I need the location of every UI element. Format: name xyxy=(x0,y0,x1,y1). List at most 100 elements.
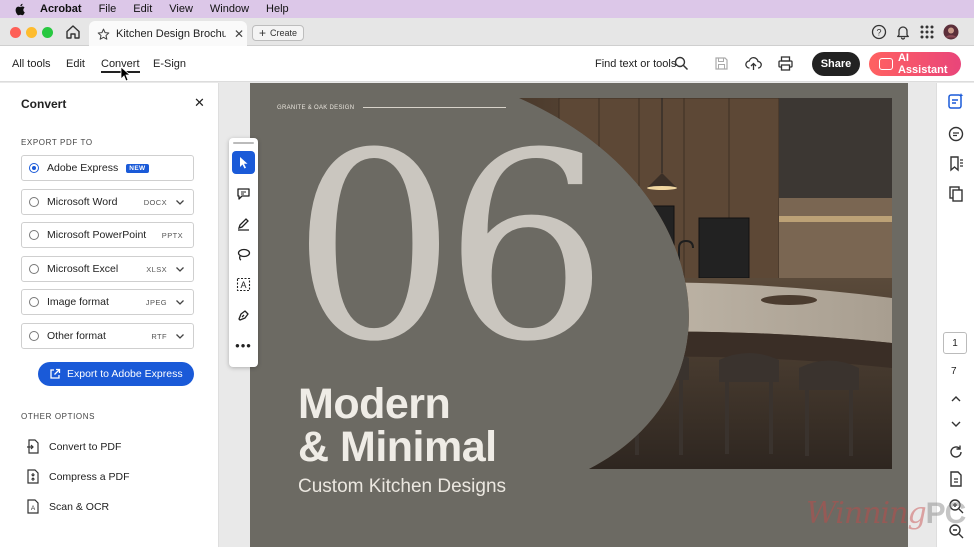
chevron-down-icon[interactable] xyxy=(175,331,185,341)
page-fit-icon[interactable] xyxy=(947,470,965,488)
lasso-tool[interactable] xyxy=(232,243,255,266)
panel-title: Convert xyxy=(21,97,67,111)
headline-line-2: & Minimal xyxy=(298,423,497,471)
chevron-up-icon[interactable] xyxy=(947,390,965,408)
save-icon[interactable] xyxy=(714,56,729,71)
format-ext: PPTX xyxy=(161,230,183,240)
minimize-window-button[interactable] xyxy=(26,27,37,38)
convert-pdf-icon xyxy=(27,439,39,454)
svg-text:A: A xyxy=(31,505,36,512)
comments-icon[interactable] xyxy=(947,125,965,143)
convert-panel: Convert ✕ EXPORT PDF TO Adobe Express NE… xyxy=(0,83,219,547)
close-panel-icon[interactable]: ✕ xyxy=(194,95,205,111)
format-ext: XLSX xyxy=(146,264,167,274)
watermark: WinningPC xyxy=(806,496,966,531)
headline-line-1: Modern xyxy=(298,380,451,428)
menu-view[interactable]: View xyxy=(169,3,193,15)
export-heading: EXPORT PDF TO xyxy=(21,138,93,147)
macos-menu-bar: Acrobat File Edit View Window Help xyxy=(0,0,974,18)
ai-summary-icon[interactable] xyxy=(947,92,965,110)
option-label: Microsoft Excel xyxy=(47,263,119,275)
tab-edit[interactable]: Edit xyxy=(66,58,85,70)
create-label: Create xyxy=(270,28,298,38)
svg-text:A: A xyxy=(240,280,246,290)
svg-text:?: ? xyxy=(876,28,881,38)
search-icon[interactable] xyxy=(674,56,689,71)
more-tools[interactable]: ••• xyxy=(232,334,255,357)
scan-ocr-icon: A xyxy=(27,499,39,514)
find-tools-label[interactable]: Find text or tools xyxy=(595,58,676,70)
draw-tool[interactable] xyxy=(232,212,255,235)
option-adobe-express[interactable]: Adobe Express NEW xyxy=(21,155,194,181)
apple-logo-icon[interactable] xyxy=(14,3,26,16)
compress-pdf-item[interactable]: Compress a PDF xyxy=(26,469,130,484)
pdf-page[interactable]: GRANITE & OAK DESIGN 06 Modern & Minimal… xyxy=(250,83,908,547)
option-label: Microsoft PowerPoint xyxy=(47,229,147,241)
radio-selected[interactable] xyxy=(29,163,39,173)
radio[interactable] xyxy=(29,331,39,341)
home-icon[interactable] xyxy=(64,23,82,41)
option-other-format[interactable]: Other format RTF xyxy=(21,323,194,349)
sign-tool[interactable] xyxy=(232,304,255,327)
menu-app-name[interactable]: Acrobat xyxy=(40,3,82,15)
document-tab[interactable]: Kitchen Design Brochu... ✕ xyxy=(89,21,247,47)
chevron-down-icon[interactable] xyxy=(175,297,185,307)
radio[interactable] xyxy=(29,230,39,240)
menu-window[interactable]: Window xyxy=(210,3,249,15)
cloud-upload-icon[interactable] xyxy=(745,55,762,72)
tab-all-tools[interactable]: All tools xyxy=(12,58,51,70)
option-image-format[interactable]: Image format JPEG xyxy=(21,289,194,315)
drag-handle[interactable] xyxy=(233,142,254,144)
plus-icon: + xyxy=(259,26,267,40)
option-microsoft-word[interactable]: Microsoft Word DOCX xyxy=(21,189,194,215)
total-pages: 7 xyxy=(951,366,957,377)
pages-icon[interactable] xyxy=(947,185,965,203)
option-microsoft-powerpoint[interactable]: Microsoft PowerPoint PPTX xyxy=(21,222,194,248)
right-rail xyxy=(936,83,974,547)
star-icon[interactable] xyxy=(97,28,110,41)
select-tool[interactable] xyxy=(232,151,255,174)
text-box-tool[interactable]: A xyxy=(232,273,255,296)
menu-help[interactable]: Help xyxy=(266,3,289,15)
refresh-icon[interactable] xyxy=(947,443,965,461)
comment-tool[interactable] xyxy=(232,182,255,205)
apps-grid-icon[interactable] xyxy=(919,24,935,40)
help-icon[interactable]: ? xyxy=(871,24,887,40)
option-label: Other format xyxy=(47,330,106,342)
ai-sparkle-icon xyxy=(879,58,893,70)
close-window-button[interactable] xyxy=(10,27,21,38)
window-tab-bar: Kitchen Design Brochu... ✕ + Create ? xyxy=(0,18,974,47)
radio[interactable] xyxy=(29,197,39,207)
export-button[interactable]: Export to Adobe Express xyxy=(38,362,194,386)
avatar[interactable] xyxy=(943,24,959,40)
tab-esign[interactable]: E-Sign xyxy=(153,58,186,70)
bookmark-icon[interactable] xyxy=(947,155,965,173)
document-viewer[interactable]: GRANITE & OAK DESIGN 06 Modern & Minimal… xyxy=(220,83,936,547)
menu-edit[interactable]: Edit xyxy=(133,3,152,15)
menu-file[interactable]: File xyxy=(99,3,117,15)
scan-ocr-item[interactable]: A Scan & OCR xyxy=(26,499,109,514)
chevron-down-icon[interactable] xyxy=(175,264,185,274)
radio[interactable] xyxy=(29,264,39,274)
other-option-label: Scan & OCR xyxy=(49,500,110,513)
compress-pdf-icon xyxy=(27,469,39,484)
ai-assistant-button[interactable]: AI Assistant xyxy=(869,52,961,76)
close-tab-icon[interactable]: ✕ xyxy=(234,27,244,41)
export-button-label: Export to Adobe Express xyxy=(67,368,183,380)
option-label: Adobe Express xyxy=(47,162,119,174)
option-label: Microsoft Word xyxy=(47,196,118,208)
external-export-icon xyxy=(50,368,61,379)
option-microsoft-excel[interactable]: Microsoft Excel XLSX xyxy=(21,256,194,282)
zoom-window-button[interactable] xyxy=(42,27,53,38)
convert-to-pdf-item[interactable]: Convert to PDF xyxy=(26,439,121,454)
other-option-label: Convert to PDF xyxy=(49,440,122,453)
print-icon[interactable] xyxy=(777,55,794,72)
subheadline: Custom Kitchen Designs xyxy=(298,476,507,497)
radio[interactable] xyxy=(29,297,39,307)
current-page-input[interactable]: 1 xyxy=(943,332,967,354)
chevron-down-icon[interactable] xyxy=(175,197,185,207)
chevron-down-icon[interactable] xyxy=(947,415,965,433)
create-button[interactable]: + Create xyxy=(252,25,305,41)
share-button[interactable]: Share xyxy=(812,52,860,76)
bell-icon[interactable] xyxy=(895,24,911,40)
